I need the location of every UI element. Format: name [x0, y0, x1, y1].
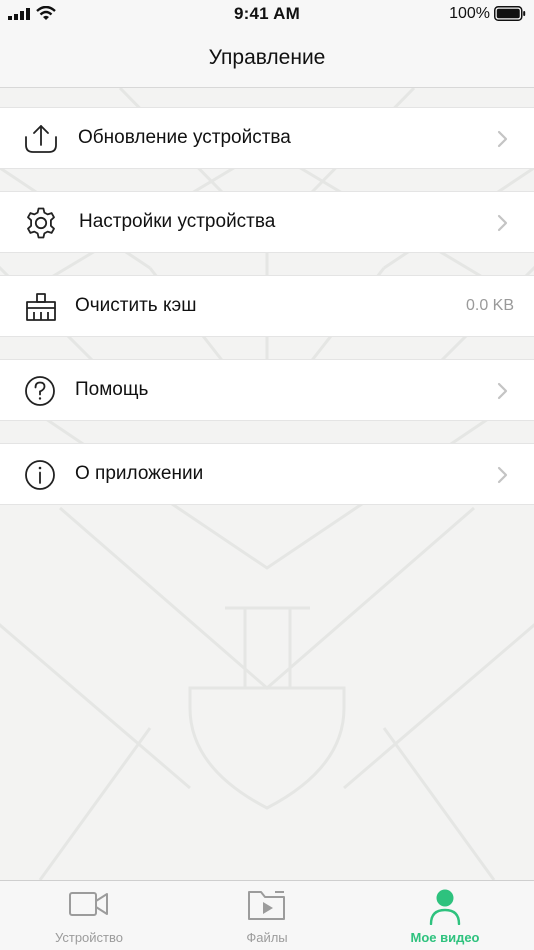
tab-label: Устройство [54, 930, 123, 945]
video-folder-icon [248, 891, 285, 920]
tab-files[interactable]: Файлы [178, 881, 356, 950]
gear-icon [27, 207, 55, 239]
help-icon [25, 376, 55, 406]
battery-icon [494, 6, 526, 21]
tab-label: Файлы [246, 930, 288, 945]
chevron-right-icon [497, 382, 508, 400]
broom-icon [26, 293, 56, 321]
user-icon [429, 889, 461, 925]
navigation-bar: Управление [0, 28, 534, 88]
chevron-right-icon [497, 130, 508, 148]
menu-item-label: Помощь [75, 379, 149, 400]
tab-bar: Устройство Файлы Мое видео [0, 880, 534, 950]
info-icon [25, 460, 55, 490]
menu-item-clear-cache[interactable]: Очистить кэш 0.0 KB [0, 275, 534, 337]
chevron-right-icon [497, 466, 508, 484]
cache-size-value: 0.0 KB [465, 297, 514, 314]
upload-icon [25, 125, 57, 153]
video-camera-icon [69, 892, 108, 916]
menu-item-label: Обновление устройства [78, 127, 291, 148]
tab-label: Мое видео [410, 930, 480, 945]
menu-item-label: Настройки устройства [79, 211, 276, 232]
page-title: Управление [208, 46, 326, 69]
battery-percentage: 100% [449, 5, 490, 22]
menu-item-help[interactable]: Помощь [0, 359, 534, 421]
menu-item-device-settings[interactable]: Настройки устройства [0, 191, 534, 253]
menu-item-about[interactable]: О приложении [0, 443, 534, 505]
status-bar: 9:41 AM 100% [0, 0, 534, 28]
chevron-right-icon [497, 214, 508, 232]
tab-device[interactable]: Устройство [0, 881, 178, 950]
tab-my-video[interactable]: Мое видео [356, 881, 534, 950]
menu-item-device-update[interactable]: Обновление устройства [0, 107, 534, 169]
menu-item-label: Очистить кэш [75, 295, 197, 316]
menu-item-label: О приложении [75, 463, 204, 484]
